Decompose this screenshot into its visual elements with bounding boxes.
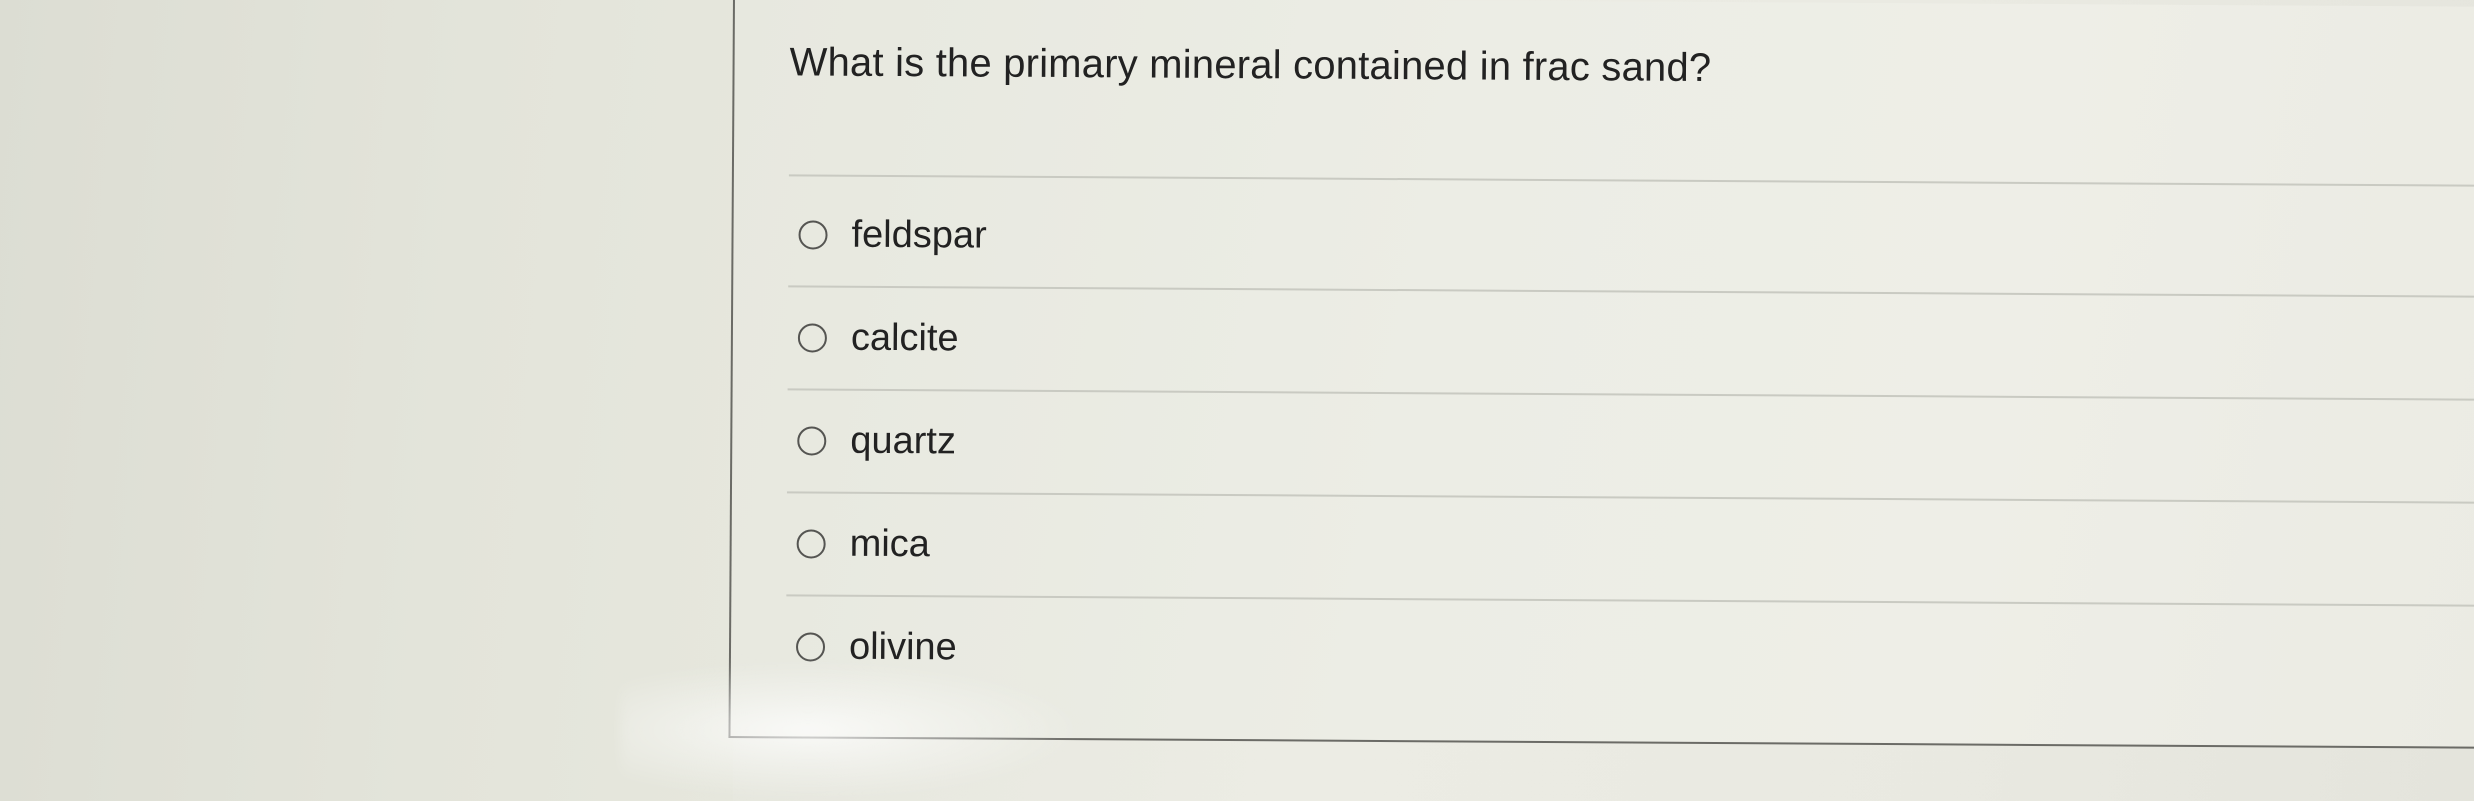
option-label: quartz (850, 419, 957, 463)
radio-unselected-icon[interactable] (797, 323, 828, 353)
question-panel: What is the primary mineral contained in… (728, 0, 2474, 749)
radio-unselected-icon[interactable] (795, 632, 826, 662)
radio-unselected-icon[interactable] (796, 529, 826, 559)
question-divider (788, 174, 2474, 187)
option-label: olivine (848, 625, 957, 669)
option-label: calcite (850, 316, 959, 360)
option-feldspar[interactable]: feldspar (788, 184, 2474, 298)
option-mica[interactable]: mica (786, 493, 2474, 607)
option-quartz[interactable]: quartz (786, 390, 2474, 504)
option-label: feldspar (851, 213, 987, 257)
option-label: mica (849, 522, 931, 566)
option-calcite[interactable]: calcite (787, 287, 2474, 401)
option-olivine[interactable]: olivine (786, 596, 2474, 707)
question-text: What is the primary mineral contained in… (789, 40, 1712, 90)
answer-options: feldspar calcite quartz mica olivine (786, 184, 2474, 707)
radio-unselected-icon[interactable] (798, 220, 828, 250)
radio-unselected-icon[interactable] (797, 426, 827, 456)
left-blank-area (0, 0, 733, 801)
